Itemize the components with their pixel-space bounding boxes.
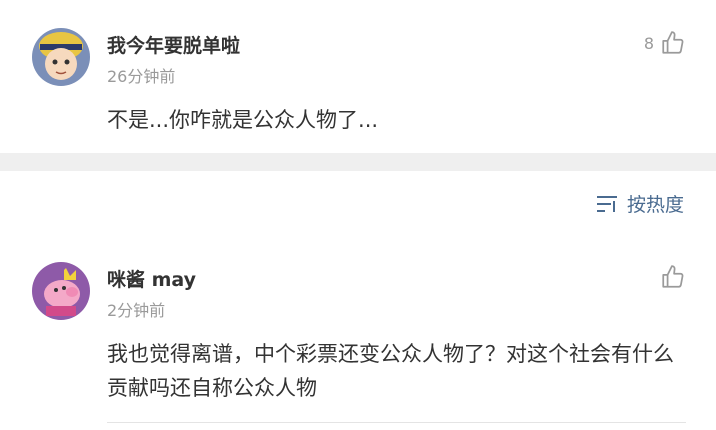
username[interactable]: 咪酱 may [107, 265, 196, 292]
timestamp: 2分钟前 [107, 301, 166, 320]
sort-label: 按热度 [626, 194, 684, 216]
divider [107, 422, 686, 423]
section-divider [0, 153, 716, 171]
avatar-image [32, 262, 90, 320]
avatar-image [32, 28, 90, 86]
comment-text: 我也觉得离谱，中个彩票还变公众人物了？对这个社会有什么贡献吗还自称公众人物 [107, 342, 674, 400]
avatar[interactable] [32, 262, 90, 320]
comment-text: 不是...你咋就是公众人物了... [107, 108, 379, 132]
timestamp: 26分钟前 [107, 67, 176, 86]
sort-button[interactable]: 按热度 [595, 190, 684, 217]
thumbs-up-icon [662, 31, 684, 54]
like-button[interactable] [654, 264, 686, 290]
comment-item: 咪酱 may 2分钟前 我也觉得离谱，中个彩票还变公众人物了？对这个社会有什么贡… [0, 240, 716, 430]
like-button[interactable]: 8 [644, 30, 686, 56]
username[interactable]: 我今年要脱单啦 [107, 31, 240, 58]
thumbs-up-icon [662, 265, 684, 288]
avatar[interactable] [32, 28, 90, 86]
like-count: 8 [643, 33, 654, 53]
comment-item: 我今年要脱单啦 26分钟前 8 不是...你咋就是公众人物了... [0, 0, 716, 153]
sort-icon [596, 195, 617, 212]
